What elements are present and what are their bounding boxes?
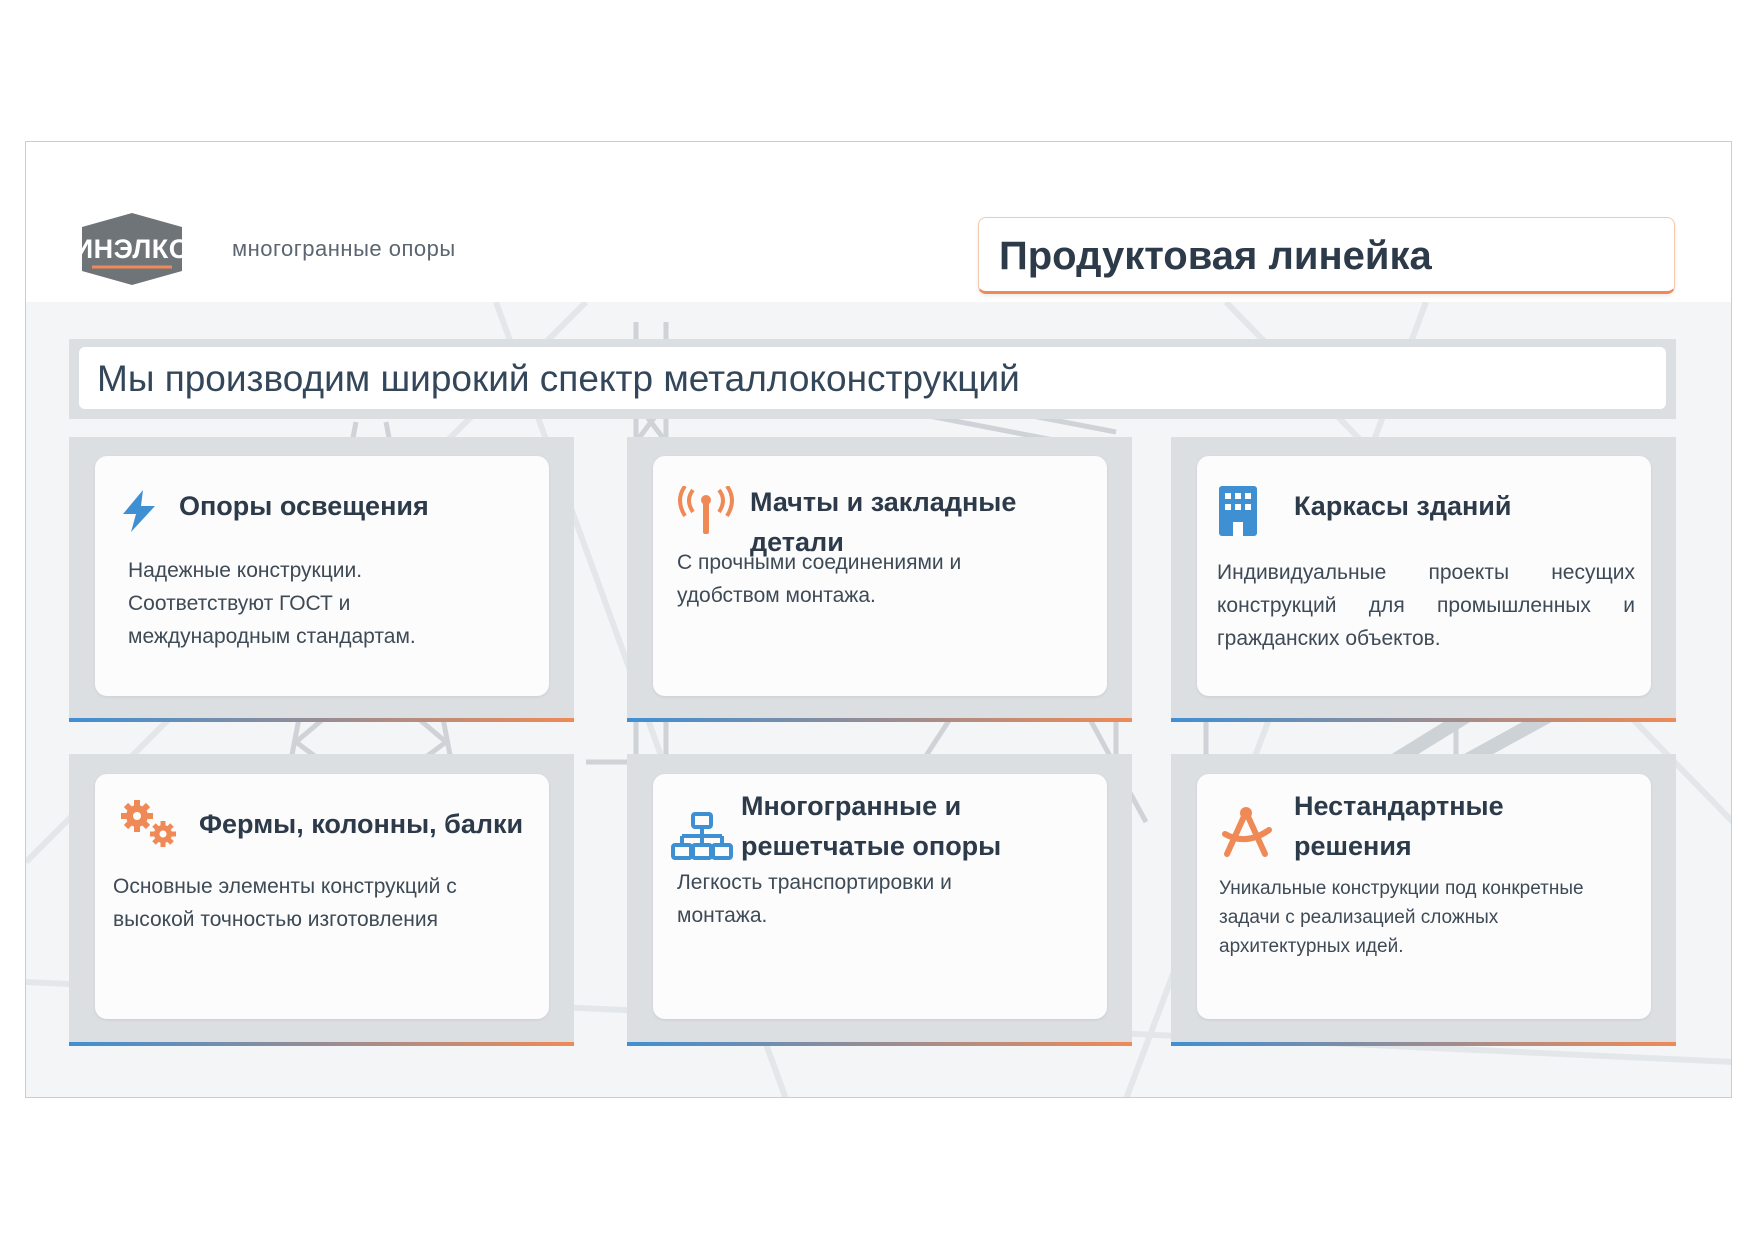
product-card-poles: Многогранные и решетчатые опоры Легкость… <box>653 774 1107 1019</box>
headline-text: Мы производим широкий спектр металлоконс… <box>97 358 1020 399</box>
card-title: Многогранные и решетчатые опоры <box>741 791 1002 861</box>
card-description: Основные элементы конструкций с высокой … <box>113 875 457 931</box>
building-icon <box>1219 486 1257 536</box>
card-title: Опоры освещения <box>179 491 429 521</box>
page-title: Продуктовая линейка <box>999 234 1432 278</box>
network-icon <box>671 812 733 860</box>
product-card-masts: Мачты и закладные детали С прочными соед… <box>653 456 1107 696</box>
card-description: Индивидуальные проекты несущих конструкц… <box>1217 561 1635 650</box>
card-description: Легкость транспортировки и монтажа. <box>677 871 952 927</box>
card-title: Каркасы зданий <box>1294 491 1512 521</box>
card-description: Надежные конструкции. Соответствуют ГОСТ… <box>128 559 416 648</box>
page-title-box: Продуктовая линейка <box>978 217 1675 294</box>
gears-icon <box>121 800 176 847</box>
slide: ИНЭЛКО многогранные опоры Продуктовая ли… <box>25 141 1732 1098</box>
headline-box: Мы производим широкий спектр металлоконс… <box>79 347 1666 409</box>
company-logo: ИНЭЛКО <box>70 213 194 290</box>
antenna-icon <box>678 486 734 534</box>
logo-text: ИНЭЛКО <box>73 233 191 264</box>
card-description: Уникальные конструкции под конкретные за… <box>1219 878 1584 957</box>
card-description: С прочными соединениями и удобством монт… <box>677 551 962 607</box>
card-title: Фермы, колонны, балки <box>199 809 524 839</box>
panel-underline <box>1171 1042 1676 1046</box>
panel-underline <box>69 718 574 722</box>
product-card-custom: Нестандартные решения Уникальные констру… <box>1197 774 1651 1019</box>
brand-tagline: многогранные опоры <box>232 236 456 261</box>
compass-icon <box>1222 807 1272 857</box>
panel-underline <box>1171 718 1676 722</box>
lightning-icon <box>123 490 155 532</box>
panel-underline <box>627 1042 1132 1046</box>
product-card-frames: Каркасы зданий Индивидуальные проекты не… <box>1197 456 1651 696</box>
card-title: Нестандартные решения <box>1294 791 1504 861</box>
product-card-trusses: Фермы, колонны, балки Основные элементы … <box>95 774 549 1019</box>
panel-underline <box>627 718 1132 722</box>
panel-underline <box>69 1042 574 1046</box>
product-card-lighting: Опоры освещения Надежные конструкции. Со… <box>95 456 549 696</box>
